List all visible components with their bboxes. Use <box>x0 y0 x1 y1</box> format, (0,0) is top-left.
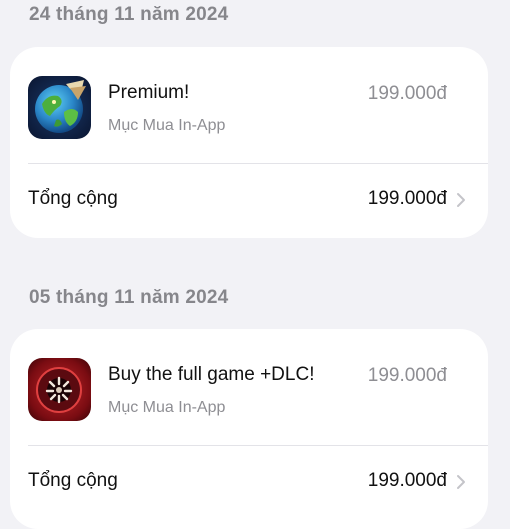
total-row[interactable]: Tổng cộng 199.000đ <box>10 446 488 520</box>
chevron-right-icon <box>457 475 465 489</box>
globe-game-icon <box>28 76 91 139</box>
item-name: Buy the full game +DLC! <box>108 364 315 385</box>
item-type: Mục Mua In-App <box>108 399 226 416</box>
total-row[interactable]: Tổng cộng 199.000đ <box>10 164 488 238</box>
purchase-date-header: 24 tháng 11 năm 2024 <box>29 4 229 25</box>
item-price: 199.000đ <box>367 365 447 386</box>
total-label: Tổng cộng <box>28 188 118 209</box>
total-price: 199.000đ <box>367 188 447 209</box>
total-label: Tổng cộng <box>28 470 118 491</box>
item-type: Mục Mua In-App <box>108 117 226 134</box>
purchase-card: Buy the full game +DLC! Mục Mua In-App 1… <box>10 329 488 529</box>
purchase-card: Premium! Mục Mua In-App 199.000đ Tổng cộ… <box>10 47 488 238</box>
purchase-date-header: 05 tháng 11 năm 2024 <box>29 287 229 308</box>
total-price: 199.000đ <box>367 470 447 491</box>
red-monster-game-icon <box>28 358 91 421</box>
item-name: Premium! <box>108 82 190 103</box>
chevron-right-icon <box>457 193 465 207</box>
item-price: 199.000đ <box>367 83 447 104</box>
